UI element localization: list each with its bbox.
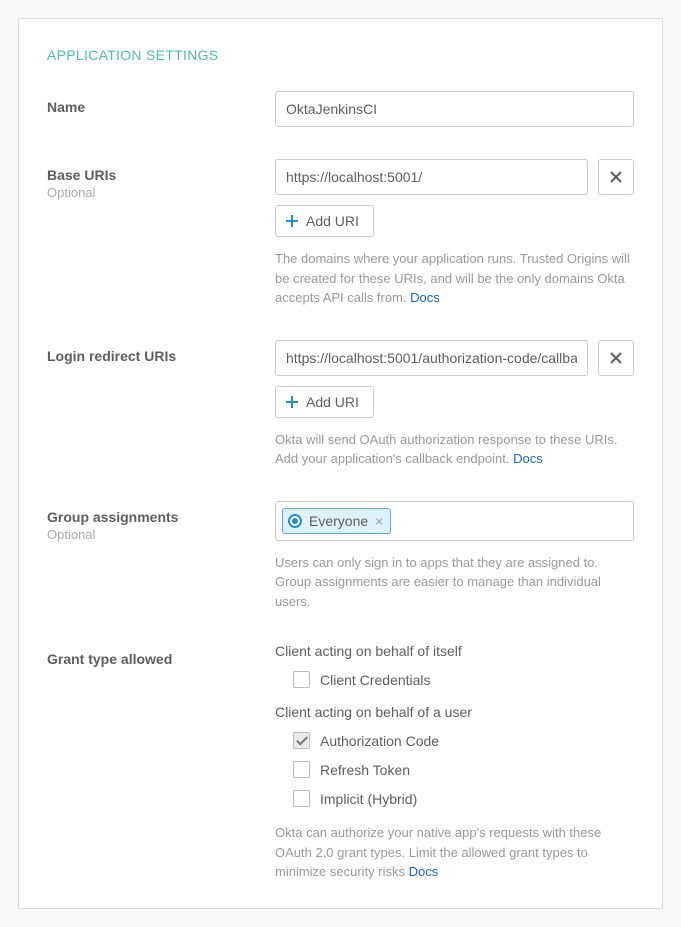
row-groups: Group assignments Optional Everyone × Us… [47,501,634,612]
group-tag-everyone: Everyone × [282,508,391,534]
base-uri-input[interactable] [275,159,588,195]
login-redirect-help: Okta will send OAuth authorization respo… [275,430,634,469]
refresh-token-checkbox[interactable] [293,761,310,778]
groups-help: Users can only sign in to apps that they… [275,553,634,612]
grants-label: Grant type allowed [47,651,275,667]
remove-group-tag-button[interactable]: × [375,514,383,528]
grant-self-heading: Client acting on behalf of itself [275,643,634,659]
grant-user-heading: Client acting on behalf of a user [275,704,634,720]
group-bullet-icon [288,514,302,528]
row-name: Name [47,91,634,127]
authorization-code-checkbox[interactable] [293,732,310,749]
login-redirect-label: Login redirect URIs [47,348,275,364]
base-uris-help: The domains where your application runs.… [275,249,634,308]
client-credentials-checkbox[interactable] [293,671,310,688]
add-base-uri-label: Add URI [306,213,359,229]
row-base-uris: Base URIs Optional Add URI The domains w… [47,159,634,308]
name-label: Name [47,99,275,115]
row-grants: Grant type allowed Client acting on beha… [47,643,634,882]
grants-help: Okta can authorize your native app's req… [275,823,634,882]
remove-login-redirect-button[interactable] [598,340,634,376]
add-base-uri-button[interactable]: Add URI [275,205,374,237]
base-uris-docs-link[interactable]: Docs [410,290,440,305]
groups-optional: Optional [47,527,275,542]
groups-label: Group assignments [47,509,275,525]
application-settings-panel: APPLICATION SETTINGS Name Base URIs Opti… [18,18,663,909]
close-icon [610,171,622,183]
plus-icon [286,215,298,227]
name-input[interactable] [275,91,634,127]
close-icon [610,352,622,364]
panel-title: APPLICATION SETTINGS [47,47,634,63]
remove-base-uri-button[interactable] [598,159,634,195]
login-redirect-input[interactable] [275,340,588,376]
grants-docs-link[interactable]: Docs [409,864,439,879]
login-redirect-docs-link[interactable]: Docs [513,451,543,466]
authorization-code-label: Authorization Code [320,733,439,749]
row-login-redirect: Login redirect URIs Add URI Okta will se… [47,340,634,469]
add-login-redirect-button[interactable]: Add URI [275,386,374,418]
base-uris-optional: Optional [47,185,275,200]
add-login-redirect-label: Add URI [306,394,359,410]
base-uris-label: Base URIs [47,167,275,183]
implicit-hybrid-checkbox[interactable] [293,790,310,807]
group-tag-label: Everyone [309,513,368,529]
refresh-token-label: Refresh Token [320,762,410,778]
implicit-hybrid-label: Implicit (Hybrid) [320,791,417,807]
plus-icon [286,396,298,408]
group-tag-input[interactable]: Everyone × [275,501,634,541]
client-credentials-label: Client Credentials [320,672,431,688]
